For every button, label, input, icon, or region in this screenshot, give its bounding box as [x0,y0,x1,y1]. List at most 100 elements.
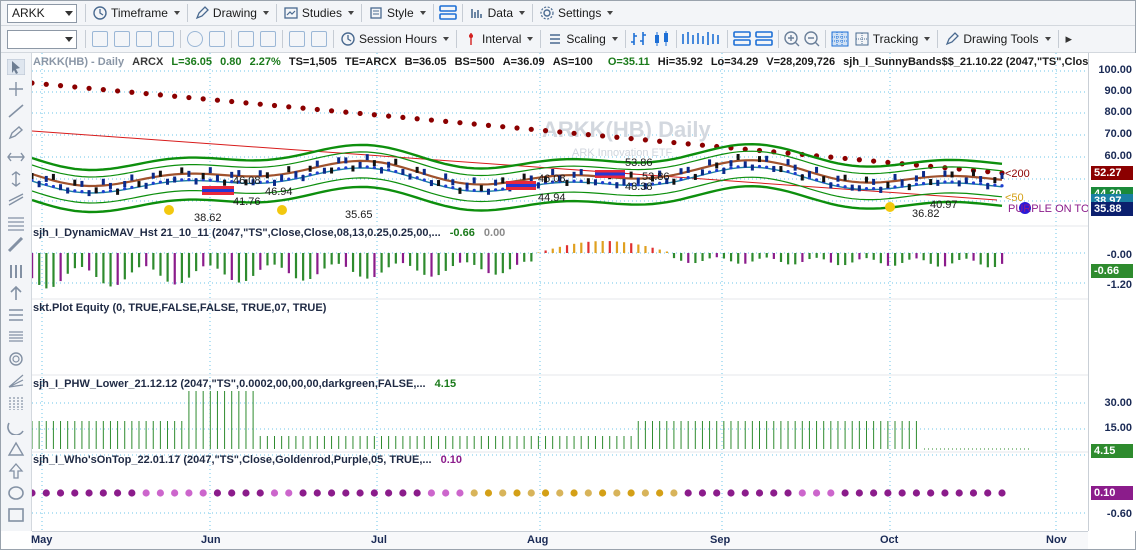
binoculars-icon[interactable] [260,31,276,47]
histogram-bar [537,252,540,253]
candle [501,177,505,184]
overflow-icon[interactable]: ▸ [1066,31,1073,47]
cursor-icon[interactable] [7,59,25,75]
horizontal-line-icon[interactable] [7,149,25,165]
refresh-icon[interactable] [92,31,108,47]
ma200-dot [885,159,891,166]
compass-icon[interactable] [187,31,203,47]
divider [282,30,283,48]
list-icon[interactable] [7,329,25,345]
zoom-in-icon[interactable] [782,30,802,48]
data-menu[interactable]: Data [466,3,529,24]
drawing-menu[interactable]: Drawing [191,3,273,24]
grid-icon[interactable] [136,31,152,47]
ma200-dot [271,102,278,109]
interval-menu[interactable]: Interval [460,29,537,50]
arc-icon[interactable] [7,419,25,435]
ruler-icon[interactable] [7,237,25,253]
blue-dot [600,181,605,185]
candle [80,180,84,187]
chart-area[interactable]: ARKK(HB) Daily ARK Innovation ETF 38.62 … [32,53,1136,531]
blue-dot [130,185,134,189]
histogram-bar [622,242,626,253]
arrow-marker-icon[interactable] [7,463,25,479]
pencil-icon[interactable] [7,125,25,141]
blue-dot [44,182,48,187]
bars-icon[interactable] [7,263,25,279]
fibonacci-icon[interactable] [7,215,25,231]
histogram-bar [815,253,818,258]
panel-icon[interactable] [731,30,753,48]
histogram-bar [130,253,134,273]
interval-label: Interval [482,32,522,46]
wave-icon[interactable] [238,31,254,47]
histogram-bar [1001,253,1004,264]
wot-dot [199,489,207,497]
histogram-bar [266,253,269,266]
histogram-bar [216,253,219,269]
candle [294,171,298,178]
price-annotation: 41.76 [233,196,261,208]
histogram-bar [237,253,241,283]
bar-chart-icon[interactable] [629,30,651,48]
ma200-dot [856,157,862,163]
candle [116,188,120,195]
chevron-down-icon[interactable] [65,36,73,42]
gear-icon[interactable] [289,31,305,47]
preset-select[interactable] [7,29,77,49]
volume-label: V=28,209,726 [766,56,836,68]
high-label: Hi=35.92 [657,56,703,68]
histogram-bar [765,253,768,258]
grid-icon[interactable] [829,30,851,48]
candle [208,167,212,174]
ma200-dot [300,105,306,111]
candle [337,157,341,164]
triangle-icon[interactable] [7,441,25,457]
chart-icon[interactable] [209,31,225,47]
style-menu[interactable]: Style [365,3,430,24]
trendline-icon[interactable] [7,103,25,119]
histogram-bar [886,253,890,266]
arrow-up-icon[interactable] [7,285,25,301]
crosshair-icon[interactable] [7,81,25,97]
candle [223,179,227,186]
spiral-icon[interactable] [7,351,25,367]
settings-menu[interactable]: Settings [536,3,617,24]
layout-icon[interactable] [437,4,459,22]
time-axis[interactable]: May Jun Jul Aug Sep Oct Nov [31,531,1088,549]
histogram-bar [637,244,640,253]
blue-dot [864,187,869,191]
timeframe-menu[interactable]: Timeframe [89,3,184,24]
scaling-menu[interactable]: Scaling [544,29,621,50]
channel-icon[interactable] [7,193,25,209]
drawing-tools-menu[interactable]: Drawing Tools [941,29,1054,50]
speed-lines-icon[interactable] [7,373,25,389]
histogram-bar [116,253,119,285]
blue-dot [187,178,191,182]
grid-icon[interactable] [311,31,327,47]
zoom-icon[interactable] [158,31,174,47]
candle [265,172,269,179]
price-axis[interactable]: 100.00 90.00 80.00 70.00 60.00 52.27 44.… [1088,53,1136,531]
ellipse-icon[interactable] [7,485,25,501]
ohlc-bars-icon[interactable] [680,30,724,48]
cycle-lines-icon[interactable] [7,395,25,411]
ma200-dot [86,85,92,91]
chevron-down-icon[interactable] [65,10,73,16]
studies-menu[interactable]: Studies [280,3,358,24]
zoom-out-icon[interactable] [802,30,822,48]
gann-icon[interactable] [7,307,25,323]
divider [937,30,939,48]
panel-icon[interactable] [753,30,775,48]
rectangle-icon[interactable] [7,507,25,523]
vertical-line-icon[interactable] [7,171,25,187]
candlestick-icon[interactable] [651,30,673,48]
wot-dot [470,489,478,497]
candle [365,154,369,161]
divider [432,4,434,22]
axis-tick: 100.00 [1098,64,1132,76]
session-hours-menu[interactable]: Session Hours [337,29,453,50]
symbol-input[interactable]: ARKK [7,3,77,23]
tracking-menu[interactable]: Tracking [851,29,935,50]
link-icon[interactable] [114,31,130,47]
